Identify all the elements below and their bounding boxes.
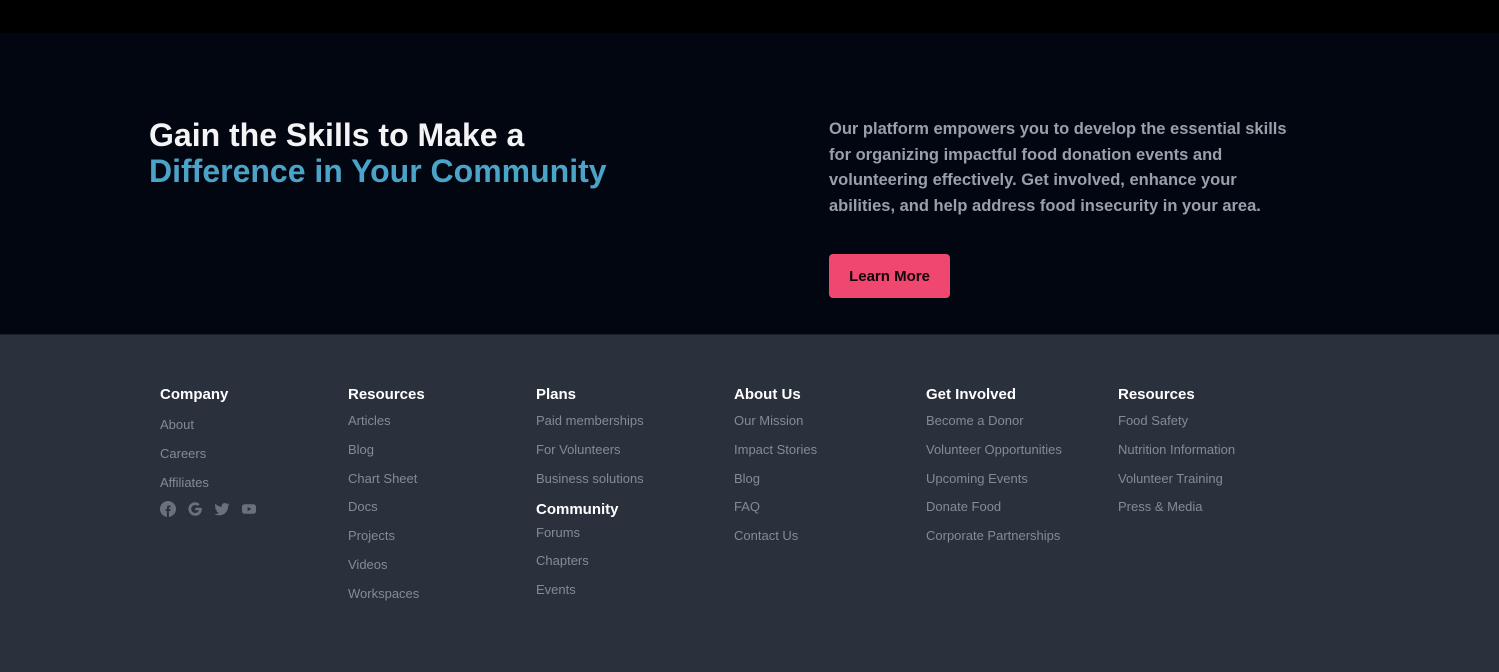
footer-col-get-involved: Get Involved Become a Donor Volunteer Op… <box>926 386 1062 557</box>
footer-heading-plans: Plans <box>536 386 577 403</box>
footer-heading-company: Company <box>160 386 229 403</box>
footer-link-forums: Forums <box>536 525 644 554</box>
footer-link-corporate-partnerships-anchor[interactable]: Corporate Partnerships <box>926 528 1060 543</box>
learn-more-button[interactable]: Learn More <box>829 254 950 298</box>
footer-link-projects: Projects <box>348 528 425 557</box>
footer-link-impact-stories-anchor[interactable]: Impact Stories <box>734 442 817 457</box>
footer-link-about-anchor[interactable]: About <box>160 417 194 432</box>
footer-col-plans: Plans Paid memberships For Volunteers Bu… <box>536 386 644 611</box>
footer-list-about: Our Mission Impact Stories Blog FAQ Cont… <box>734 413 817 557</box>
footer-link-careers: Careers <box>160 446 257 475</box>
footer-heading-community: Community <box>536 500 619 518</box>
hero-title-line1: Gain the Skills to Make a <box>149 117 525 153</box>
footer-link-nutrition-information: Nutrition Information <box>1118 442 1235 471</box>
hero-section: Gain the Skills to Make a Difference in … <box>0 33 1499 335</box>
footer-link-about-blog-anchor[interactable]: Blog <box>734 471 760 486</box>
footer-link-our-mission: Our Mission <box>734 413 817 442</box>
footer-link-donate-food: Donate Food <box>926 499 1062 528</box>
footer-link-workspaces-anchor[interactable]: Workspaces <box>348 586 419 601</box>
footer-link-paid-memberships: Paid memberships <box>536 413 644 442</box>
footer-link-for-volunteers-anchor[interactable]: For Volunteers <box>536 442 621 457</box>
footer-link-upcoming-events-anchor[interactable]: Upcoming Events <box>926 471 1028 486</box>
footer-link-donate-food-anchor[interactable]: Donate Food <box>926 499 1001 514</box>
footer-link-about: About <box>160 417 257 446</box>
footer-link-become-donor-anchor[interactable]: Become a Donor <box>926 413 1024 428</box>
footer-link-volunteer-opportunities: Volunteer Opportunities <box>926 442 1062 471</box>
twitter-icon[interactable] <box>214 501 230 517</box>
footer-link-business-solutions: Business solutions <box>536 471 644 498</box>
footer-list-community: Forums Chapters Events <box>536 525 644 611</box>
youtube-icon[interactable] <box>241 501 257 517</box>
footer: Company About Careers Affiliates Resourc… <box>0 335 1499 672</box>
footer-link-our-mission-anchor[interactable]: Our Mission <box>734 413 803 428</box>
footer-link-docs-anchor[interactable]: Docs <box>348 499 378 514</box>
footer-link-volunteer-opportunities-anchor[interactable]: Volunteer Opportunities <box>926 442 1062 457</box>
footer-list-plans: Paid memberships For Volunteers Business… <box>536 413 644 498</box>
footer-link-docs: Docs <box>348 499 425 528</box>
footer-col-resources: Resources Articles Blog Chart Sheet Docs… <box>348 386 425 615</box>
footer-link-contact-us: Contact Us <box>734 528 817 557</box>
footer-link-projects-anchor[interactable]: Projects <box>348 528 395 543</box>
footer-link-press-media-anchor[interactable]: Press & Media <box>1118 499 1203 514</box>
footer-link-chapters-anchor[interactable]: Chapters <box>536 553 589 568</box>
footer-link-impact-stories: Impact Stories <box>734 442 817 471</box>
footer-link-affiliates-anchor[interactable]: Affiliates <box>160 475 209 490</box>
footer-link-paid-memberships-anchor[interactable]: Paid memberships <box>536 413 644 428</box>
footer-heading-get-involved: Get Involved <box>926 386 1017 403</box>
facebook-icon[interactable] <box>160 500 176 517</box>
top-bar <box>0 0 1499 33</box>
footer-link-chart-sheet: Chart Sheet <box>348 471 425 500</box>
footer-link-press-media: Press & Media <box>1118 499 1235 528</box>
footer-link-blog-anchor[interactable]: Blog <box>348 442 374 457</box>
footer-link-become-donor: Become a Donor <box>926 413 1062 442</box>
footer-heading-about: About Us <box>734 386 801 403</box>
social-links <box>160 500 257 517</box>
footer-link-chart-sheet-anchor[interactable]: Chart Sheet <box>348 471 417 486</box>
footer-link-faq-anchor[interactable]: FAQ <box>734 499 760 514</box>
footer-col-company: Company About Careers Affiliates <box>160 386 257 517</box>
footer-link-faq: FAQ <box>734 499 817 528</box>
footer-list-get-involved: Become a Donor Volunteer Opportunities U… <box>926 413 1062 557</box>
footer-link-workspaces: Workspaces <box>348 586 425 615</box>
footer-link-affiliates: Affiliates <box>160 475 257 499</box>
footer-link-volunteer-training-anchor[interactable]: Volunteer Training <box>1118 471 1223 486</box>
hero-title: Gain the Skills to Make a Difference in … <box>149 117 709 189</box>
footer-heading-resources: Resources <box>348 386 425 403</box>
footer-link-contact-us-anchor[interactable]: Contact Us <box>734 528 798 543</box>
footer-link-events-anchor[interactable]: Events <box>536 582 576 597</box>
footer-link-articles: Articles <box>348 413 425 442</box>
footer-link-events: Events <box>536 582 644 611</box>
hero-description: Our platform empowers you to develop the… <box>829 120 1287 215</box>
footer-list-resources-2: Food Safety Nutrition Information Volunt… <box>1118 413 1235 528</box>
footer-link-food-safety: Food Safety <box>1118 413 1235 442</box>
hero-title-line2: Difference in Your Community <box>149 153 607 189</box>
footer-link-about-blog: Blog <box>734 471 817 500</box>
footer-link-nutrition-information-anchor[interactable]: Nutrition Information <box>1118 442 1235 457</box>
footer-link-for-volunteers: For Volunteers <box>536 442 644 471</box>
footer-link-careers-anchor[interactable]: Careers <box>160 446 206 461</box>
footer-link-food-safety-anchor[interactable]: Food Safety <box>1118 413 1188 428</box>
footer-link-corporate-partnerships: Corporate Partnerships <box>926 528 1062 557</box>
footer-link-blog: Blog <box>348 442 425 471</box>
google-icon[interactable] <box>187 501 203 517</box>
footer-link-forums-anchor[interactable]: Forums <box>536 525 580 540</box>
footer-heading-resources-2: Resources <box>1118 386 1195 403</box>
footer-col-resources-2: Resources Food Safety Nutrition Informat… <box>1118 386 1235 528</box>
footer-link-upcoming-events: Upcoming Events <box>926 471 1062 500</box>
footer-list-company: About Careers Affiliates <box>160 417 257 499</box>
footer-link-videos: Videos <box>348 557 425 586</box>
footer-link-business-solutions-anchor[interactable]: Business solutions <box>536 471 644 486</box>
footer-link-chapters: Chapters <box>536 553 644 582</box>
footer-link-articles-anchor[interactable]: Articles <box>348 413 391 428</box>
footer-list-resources: Articles Blog Chart Sheet Docs Projects … <box>348 413 425 615</box>
footer-link-volunteer-training: Volunteer Training <box>1118 471 1235 500</box>
footer-link-videos-anchor[interactable]: Videos <box>348 557 388 572</box>
footer-col-about: About Us Our Mission Impact Stories Blog… <box>734 386 817 557</box>
